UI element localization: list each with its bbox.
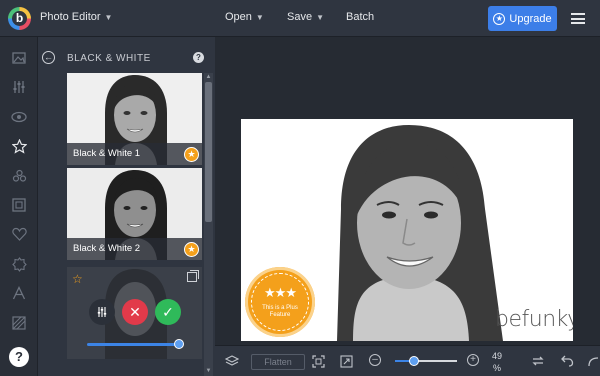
zoom-out-button[interactable]: – <box>369 354 381 366</box>
adjust-settings-button[interactable] <box>89 299 115 325</box>
texture-icon[interactable] <box>11 256 27 272</box>
seal-text: This is a Plus Feature <box>262 305 298 318</box>
strength-slider-handle[interactable] <box>174 339 184 349</box>
flatten-button[interactable]: Flatten <box>251 354 305 370</box>
expand-icon[interactable] <box>339 354 353 368</box>
batch-label: Batch <box>346 11 375 23</box>
apply-button[interactable]: ✓ <box>155 299 181 325</box>
hamburger-menu-icon[interactable] <box>571 13 585 24</box>
panel-scrollbar[interactable]: ▲ ▼ <box>204 73 213 376</box>
close-icon: ✕ <box>129 303 141 320</box>
app-menu-dropdown[interactable]: Photo Editor ▼ <box>40 11 112 23</box>
save-menu-button[interactable]: Save ▼ <box>287 11 324 23</box>
plus-feature-seal[interactable]: ★★★ This is a Plus Feature <box>245 267 315 337</box>
seal-ring <box>251 273 309 331</box>
undo-icon[interactable] <box>560 354 574 368</box>
sliders-icon[interactable] <box>11 79 27 95</box>
canvas-area: ★★★ This is a Plus Feature befunky <box>215 37 600 345</box>
redo-icon[interactable] <box>586 354 600 368</box>
flip-icon[interactable] <box>531 354 545 368</box>
zoom-slider-handle[interactable] <box>408 356 419 366</box>
copy-icon[interactable] <box>187 270 199 282</box>
open-label: Open <box>225 11 252 23</box>
checkmark-icon: ✓ <box>162 303 174 320</box>
active-preset-card: ☆ ✕ ✓ <box>67 267 202 359</box>
preset-thumbnail[interactable]: Black & White 2 ★ <box>67 168 202 260</box>
photo-canvas[interactable]: ★★★ This is a Plus Feature befunky <box>241 119 573 341</box>
zoom-in-button[interactable]: + <box>467 354 479 366</box>
effects-icon[interactable] <box>11 168 27 184</box>
watermark-text: befunky <box>495 307 573 332</box>
back-arrow-icon[interactable]: ← <box>42 51 55 64</box>
plus-star-icon: ☆ <box>72 272 83 286</box>
tool-rail: ? <box>0 37 38 376</box>
preset-label: Black & White 2 <box>67 238 202 260</box>
preset-label: Black & White 1 <box>67 143 202 165</box>
chevron-down-icon: ▼ <box>104 13 113 22</box>
app-window: b Photo Editor ▼ Open ▼ Save ▼ Batch ★ Upgr… <box>0 0 600 376</box>
star-icon[interactable] <box>11 138 27 154</box>
preset-thumbnail[interactable]: Black & White 1 ★ <box>67 73 202 165</box>
text-icon[interactable] <box>11 285 27 301</box>
chevron-down-icon: ▼ <box>255 13 264 22</box>
image-icon[interactable] <box>11 50 27 66</box>
panel-title: BLACK & WHITE <box>67 53 151 64</box>
befunky-logo-icon[interactable]: b <box>8 7 31 30</box>
help-button[interactable]: ? <box>9 347 29 367</box>
heart-icon[interactable] <box>11 226 27 242</box>
scroll-up-icon[interactable]: ▲ <box>204 73 213 82</box>
upgrade-button[interactable]: ★ Upgrade <box>488 6 557 31</box>
eye-icon[interactable] <box>11 109 27 125</box>
plus-feature-star-icon: ★ <box>184 147 199 162</box>
scrollbar-thumb[interactable] <box>205 82 212 222</box>
star-circle-icon: ★ <box>493 12 506 25</box>
bottom-toolbar: Flatten – + 49 % <box>215 345 600 376</box>
fit-to-screen-icon[interactable] <box>311 354 325 368</box>
save-label: Save <box>287 11 313 23</box>
zoom-slider-track[interactable] <box>395 360 457 362</box>
panel-header: ← BLACK & WHITE ? <box>38 37 215 73</box>
layers-icon[interactable] <box>225 354 239 368</box>
open-menu-button[interactable]: Open ▼ <box>225 11 264 23</box>
zoom-percent-unit: % <box>492 363 501 373</box>
upgrade-label: Upgrade <box>509 12 552 25</box>
sliders-icon <box>97 307 107 317</box>
app-menu-label: Photo Editor <box>40 11 101 23</box>
cancel-button[interactable]: ✕ <box>122 299 148 325</box>
plus-feature-star-icon: ★ <box>184 242 199 257</box>
frame-icon[interactable] <box>11 197 27 213</box>
strength-slider-track[interactable] <box>87 343 179 346</box>
batch-button[interactable]: Batch <box>346 11 374 23</box>
zoom-value: 49 % <box>490 350 504 374</box>
logo-letter: b <box>12 11 27 26</box>
zoom-percent-value: 49 <box>491 351 502 361</box>
chevron-down-icon: ▼ <box>316 13 324 22</box>
filter-panel: ← BLACK & WHITE ? Black & White 1 ★ Blac… <box>38 37 215 376</box>
seal-stars-icon: ★★★ <box>264 285 297 300</box>
pattern-icon[interactable] <box>11 315 27 331</box>
panel-help-icon[interactable]: ? <box>193 52 204 63</box>
top-bar: b Photo Editor ▼ Open ▼ Save ▼ Batch ★ Upgr… <box>0 0 600 37</box>
scroll-down-icon[interactable]: ▼ <box>204 367 213 376</box>
